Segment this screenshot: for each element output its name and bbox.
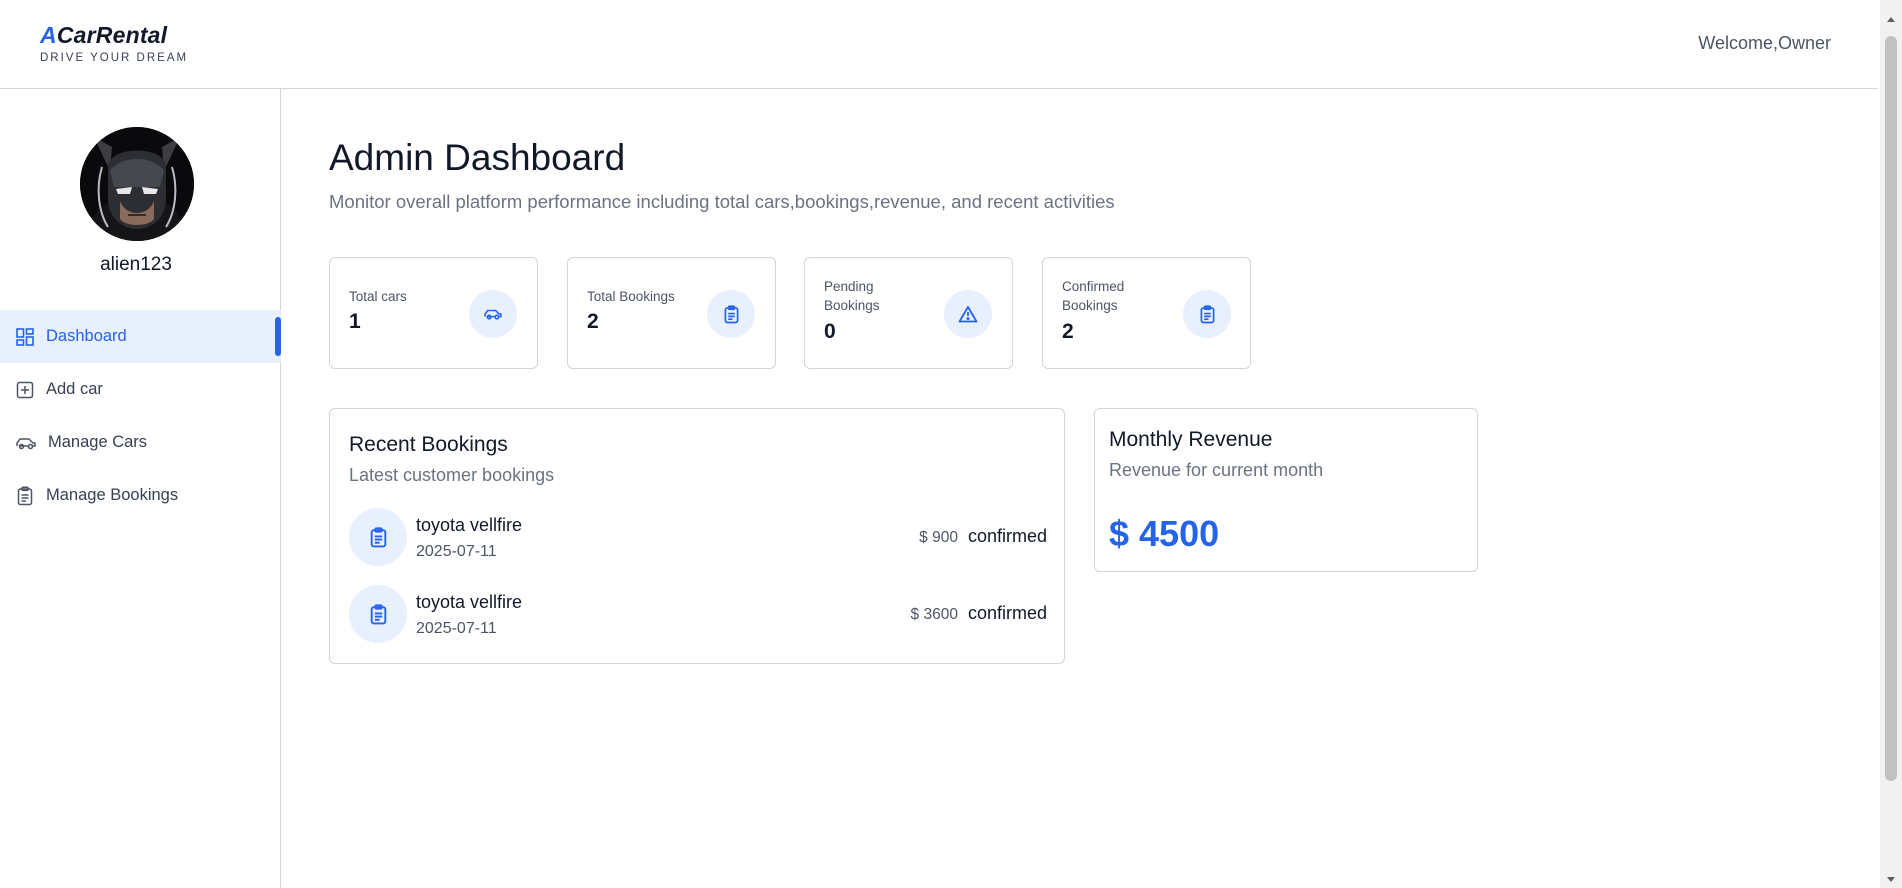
clipboard-icon: [1183, 290, 1231, 338]
logo-tagline: DRIVE YOUR DREAM: [40, 52, 189, 64]
booking-date: 2025-07-11: [416, 620, 497, 637]
car-icon: [469, 290, 517, 338]
logo-accent-letter: A: [40, 22, 57, 48]
stat-value: 2: [1062, 320, 1074, 343]
sidebar-item-manage-bookings[interactable]: Manage Bookings: [0, 469, 281, 522]
scroll-thumb[interactable]: [1885, 36, 1897, 781]
stat-label: Total Bookings: [587, 289, 675, 304]
list-item: toyota vellfire 2025-07-11 $ 3600 confir…: [349, 585, 1047, 643]
stat-card-total-cars: Total cars 1: [329, 257, 538, 369]
clipboard-icon: [14, 485, 36, 507]
main-content: Admin Dashboard Monitor overall platform…: [329, 89, 1869, 664]
booking-status: confirmed: [967, 603, 1047, 623]
stat-card-confirmed-bookings: Confirmed Bookings 2: [1042, 257, 1251, 369]
clipboard-icon: [349, 585, 407, 643]
list-item: toyota vellfire 2025-07-11 $ 900 confirm…: [349, 508, 1047, 566]
scroll-down-arrow-icon[interactable]: [1880, 870, 1902, 888]
stat-value: 2: [587, 310, 599, 333]
sidebar-item-manage-cars[interactable]: Manage Cars: [0, 416, 281, 469]
sidebar-item-add-car[interactable]: Add car: [0, 363, 281, 416]
booking-summary: $ 900 confirmed: [919, 526, 1047, 547]
recent-bookings-subtitle: Latest customer bookings: [349, 465, 555, 485]
top-header: ACarRental DRIVE YOUR DREAM Welcome,Owne…: [0, 0, 1878, 89]
booking-date: 2025-07-11: [416, 543, 497, 560]
sidebar-item-dashboard[interactable]: Dashboard: [0, 310, 281, 363]
booking-car-name: toyota vellfire: [416, 592, 523, 612]
stat-label: Confirmed Bookings: [1062, 279, 1125, 313]
page-title: Admin Dashboard: [329, 137, 626, 178]
revenue-title: Monthly Revenue: [1109, 428, 1273, 451]
stat-value: 1: [349, 310, 361, 333]
booking-summary: $ 3600 confirmed: [911, 603, 1047, 624]
welcome-text: Welcome,Owner: [1698, 33, 1831, 53]
booking-price: $ 900: [919, 529, 958, 546]
clipboard-icon: [349, 508, 407, 566]
clipboard-icon: [707, 290, 755, 338]
sidebar-item-label: Manage Bookings: [46, 486, 179, 504]
sidebar-nav: Dashboard Add car Manage Cars Manage Boo…: [0, 310, 281, 522]
recent-bookings-title: Recent Bookings: [349, 433, 508, 456]
recent-bookings-card: Recent Bookings Latest customer bookings…: [329, 408, 1065, 664]
stat-card-pending-bookings: Pending Bookings 0: [804, 257, 1013, 369]
username: alien123: [100, 254, 172, 275]
logo-title: ACarRental: [40, 22, 188, 49]
brand-logo[interactable]: ACarRental DRIVE YOUR DREAM: [40, 22, 188, 64]
car-icon: [14, 432, 38, 454]
revenue-value: $ 4500: [1109, 513, 1220, 554]
booking-status: confirmed: [967, 526, 1047, 546]
stat-value: 0: [824, 320, 836, 343]
warning-icon: [944, 290, 992, 338]
sidebar-item-label: Dashboard: [46, 327, 127, 345]
vertical-scrollbar[interactable]: [1880, 0, 1902, 888]
avatar: [80, 127, 194, 241]
add-square-icon: [14, 379, 36, 401]
sidebar: alien123 Dashboard Add car Manage Cars M…: [0, 89, 281, 888]
stat-card-total-bookings: Total Bookings 2: [567, 257, 776, 369]
stat-label: Total cars: [349, 289, 407, 304]
logo-name: CarRental: [56, 22, 168, 48]
page-subtitle: Monitor overall platform performance inc…: [329, 191, 1115, 212]
revenue-subtitle: Revenue for current month: [1109, 460, 1324, 480]
sidebar-item-label: Add car: [46, 380, 103, 398]
monthly-revenue-card: Monthly Revenue Revenue for current mont…: [1094, 408, 1478, 572]
scroll-up-arrow-icon[interactable]: [1880, 10, 1902, 28]
stat-label: Pending Bookings: [824, 279, 880, 313]
sidebar-item-label: Manage Cars: [48, 433, 148, 451]
dashboard-icon: [14, 326, 36, 348]
booking-car-name: toyota vellfire: [416, 515, 523, 535]
booking-price: $ 3600: [910, 606, 958, 623]
masked-hero-avatar-image: [80, 127, 194, 241]
